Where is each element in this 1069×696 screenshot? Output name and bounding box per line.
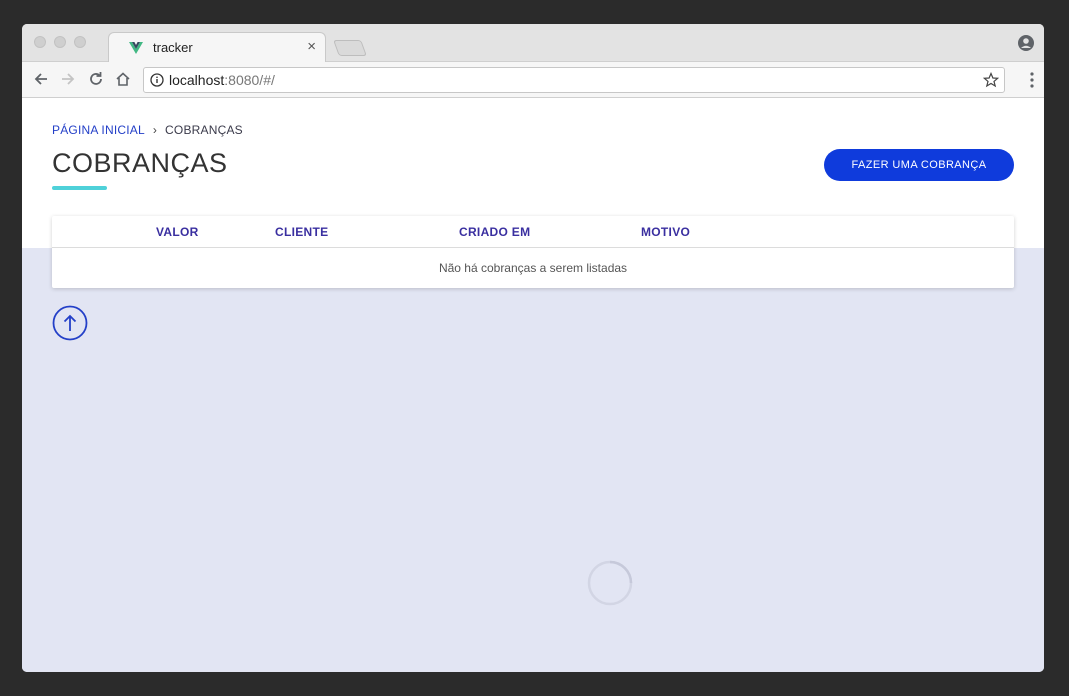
- tab-strip: tracker ×: [22, 24, 1044, 62]
- address-bar[interactable]: localhost:8080/#/: [143, 67, 1005, 93]
- maximize-window-dot[interactable]: [74, 36, 86, 48]
- url-path: :8080/#/: [224, 72, 275, 88]
- column-header-criado-em[interactable]: CRIADO EM: [459, 225, 530, 239]
- column-header-cliente[interactable]: CLIENTE: [275, 225, 328, 239]
- tab-title: tracker: [153, 40, 193, 55]
- url-text: localhost:8080/#/: [169, 72, 275, 88]
- breadcrumb-home-link[interactable]: PÁGINA INICIAL: [52, 123, 145, 137]
- reload-icon[interactable]: [87, 70, 105, 93]
- column-header-valor[interactable]: VALOR: [156, 225, 199, 239]
- kebab-menu-icon[interactable]: [1030, 72, 1034, 93]
- breadcrumb-current: COBRANÇAS: [165, 123, 243, 137]
- home-icon[interactable]: [114, 70, 132, 93]
- page-viewport: PÁGINA INICIAL › COBRANÇAS COBRANÇAS FAZ…: [22, 98, 1044, 672]
- new-tab-button[interactable]: [333, 40, 367, 56]
- browser-tab[interactable]: tracker ×: [108, 32, 326, 62]
- title-underline: [52, 186, 107, 190]
- browser-window: tracker × localhost:8080/#/ PÁGINA INICI…: [22, 24, 1044, 672]
- vue-logo-icon: [129, 41, 143, 59]
- table-header: VALOR CLIENTE CRIADO EM MOTIVO: [52, 216, 1014, 248]
- page-title: COBRANÇAS: [52, 148, 228, 178]
- back-arrow-icon[interactable]: [32, 70, 50, 93]
- arrow-up-icon[interactable]: [52, 305, 88, 346]
- charges-table: VALOR CLIENTE CRIADO EM MOTIVO Não há co…: [52, 216, 1014, 288]
- column-header-motivo[interactable]: MOTIVO: [641, 225, 690, 239]
- bookmark-star-icon[interactable]: [982, 71, 1000, 93]
- loading-spinner-icon: [587, 560, 633, 611]
- tab-close-icon[interactable]: ×: [307, 38, 316, 55]
- browser-toolbar: localhost:8080/#/: [22, 62, 1044, 98]
- info-icon[interactable]: [150, 73, 164, 92]
- forward-arrow-icon[interactable]: [59, 70, 77, 93]
- minimize-window-dot[interactable]: [54, 36, 66, 48]
- close-window-dot[interactable]: [34, 36, 46, 48]
- make-charge-button[interactable]: FAZER UMA COBRANÇA: [824, 149, 1014, 181]
- chevron-right-icon: ›: [152, 123, 158, 137]
- empty-table-message: Não há cobranças a serem listadas: [438, 261, 628, 275]
- url-host: localhost: [169, 72, 225, 88]
- profile-icon[interactable]: [1018, 35, 1034, 56]
- breadcrumb: PÁGINA INICIAL › COBRANÇAS: [52, 123, 243, 137]
